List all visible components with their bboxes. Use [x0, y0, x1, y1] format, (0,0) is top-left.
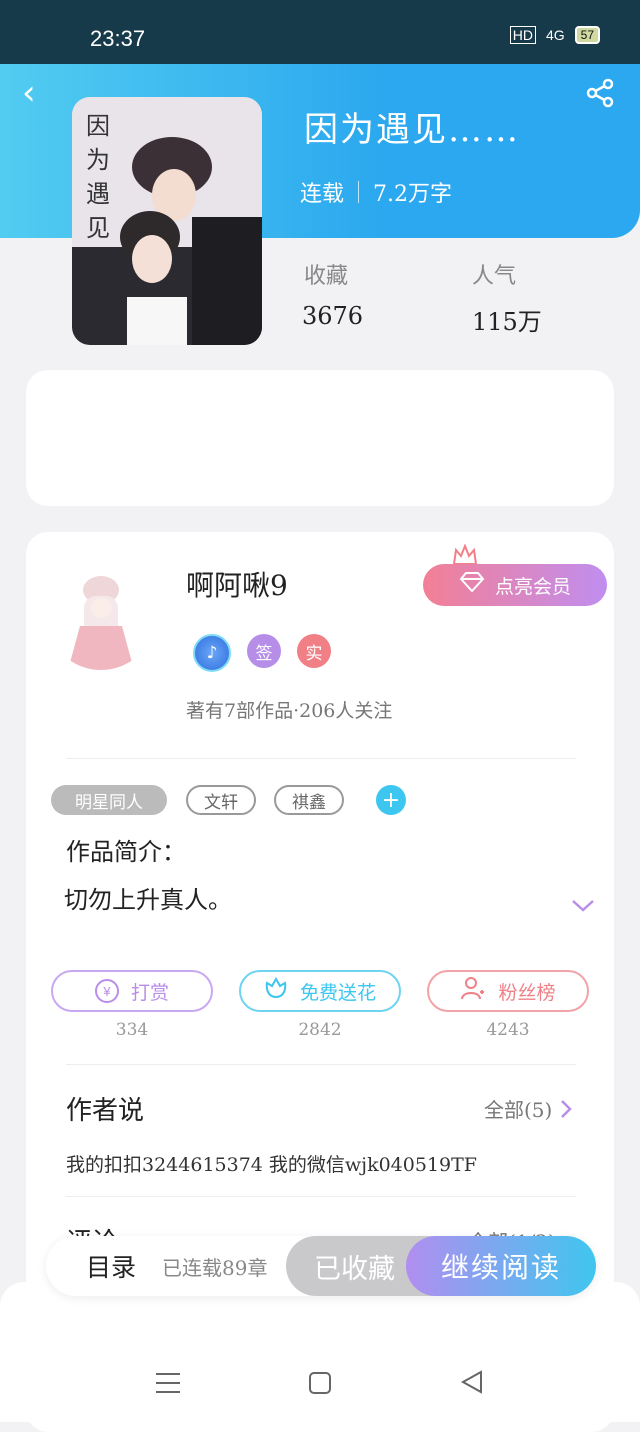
flower-count: 2842 [298, 1020, 342, 1040]
add-tag-icon[interactable]: + [376, 785, 406, 815]
book-status: 连载 [300, 182, 345, 207]
author-avatar[interactable] [46, 560, 156, 670]
author-works-summary: 著有7部作品·206人关注 [186, 700, 393, 722]
toc-button[interactable]: 目录 [86, 1248, 136, 1284]
divider [66, 1064, 576, 1065]
flower-icon [264, 976, 288, 1005]
serial-chapter-count: 已连载89章 [162, 1256, 268, 1280]
network-label: 4G [545, 27, 565, 43]
music-badge-icon: ♪ [193, 634, 231, 672]
signed-badge: 签 [247, 634, 281, 668]
tag-item[interactable]: 文轩 [186, 785, 256, 815]
popularity-label: 人气 [472, 264, 517, 289]
favorites-label: 收藏 [304, 264, 349, 289]
status-icons: HD 4G 57 [509, 26, 600, 44]
diamond-icon [459, 572, 485, 598]
system-nav-bar [0, 1282, 640, 1422]
vip-button-label: 点亮会员 [494, 576, 571, 598]
favorites-value: 3676 [302, 302, 364, 330]
menu-icon[interactable] [156, 1372, 180, 1398]
free-flower-label: 免费送花 [299, 982, 376, 1004]
author-says-title: 作者说 [66, 1096, 145, 1126]
user-icon [460, 976, 486, 1006]
fan-rank-button[interactable]: 粉丝榜 [427, 970, 589, 1012]
book-title: 因为遇见…… [304, 110, 520, 150]
home-icon[interactable] [309, 1372, 331, 1398]
status-time: 23:37 [90, 26, 146, 51]
cover-title-text: 因为遇见 [86, 112, 110, 242]
battery-icon: 57 [574, 26, 600, 44]
share-icon[interactable] [586, 78, 616, 112]
fan-rank-label: 粉丝榜 [498, 982, 556, 1004]
author-name[interactable]: 啊阿啾9 [186, 564, 288, 604]
back-nav-icon[interactable] [460, 1370, 484, 1398]
hd-icon: HD [509, 26, 536, 44]
intro-text: 切勿上升真人。 [64, 886, 232, 914]
vip-button[interactable]: 点亮会员 [423, 564, 607, 606]
chevron-down-icon[interactable] [570, 898, 596, 918]
meta-divider [358, 181, 360, 203]
back-icon[interactable]: ‹ [22, 76, 52, 110]
blank-card [26, 370, 614, 506]
status-bar: 23:37 HD 4G 57 [0, 0, 640, 64]
book-meta: 连载 7.2万字 [300, 176, 452, 208]
reward-button[interactable]: ¥ 打赏 [51, 970, 213, 1012]
reward-label: 打赏 [130, 982, 169, 1004]
author-note: 我的扣扣3244615374 我的微信wjk040519TF [66, 1154, 477, 1176]
yen-coin-icon: ¥ [94, 979, 119, 1003]
divider [66, 758, 576, 759]
author-says-see-all[interactable]: 全部(5) [484, 1094, 573, 1123]
continue-reading-button[interactable]: 继续阅读 [406, 1236, 596, 1296]
book-word-count: 7.2万字 [373, 182, 453, 207]
tag-item[interactable]: 明星同人 [51, 785, 167, 815]
free-flower-button[interactable]: 免费送花 [239, 970, 401, 1012]
see-all-label: 全部(5) [484, 1098, 553, 1122]
verified-badge: 实 [297, 634, 331, 668]
intro-title: 作品简介： [66, 838, 186, 866]
chevron-right-icon [561, 1099, 573, 1118]
tag-item[interactable]: 祺鑫 [274, 785, 344, 815]
popularity-value: 115万 [472, 308, 542, 336]
book-cover[interactable]: 因为遇见 [72, 97, 262, 345]
divider [66, 1196, 576, 1197]
fan-count: 4243 [486, 1020, 530, 1040]
reward-count: 334 [115, 1020, 149, 1040]
